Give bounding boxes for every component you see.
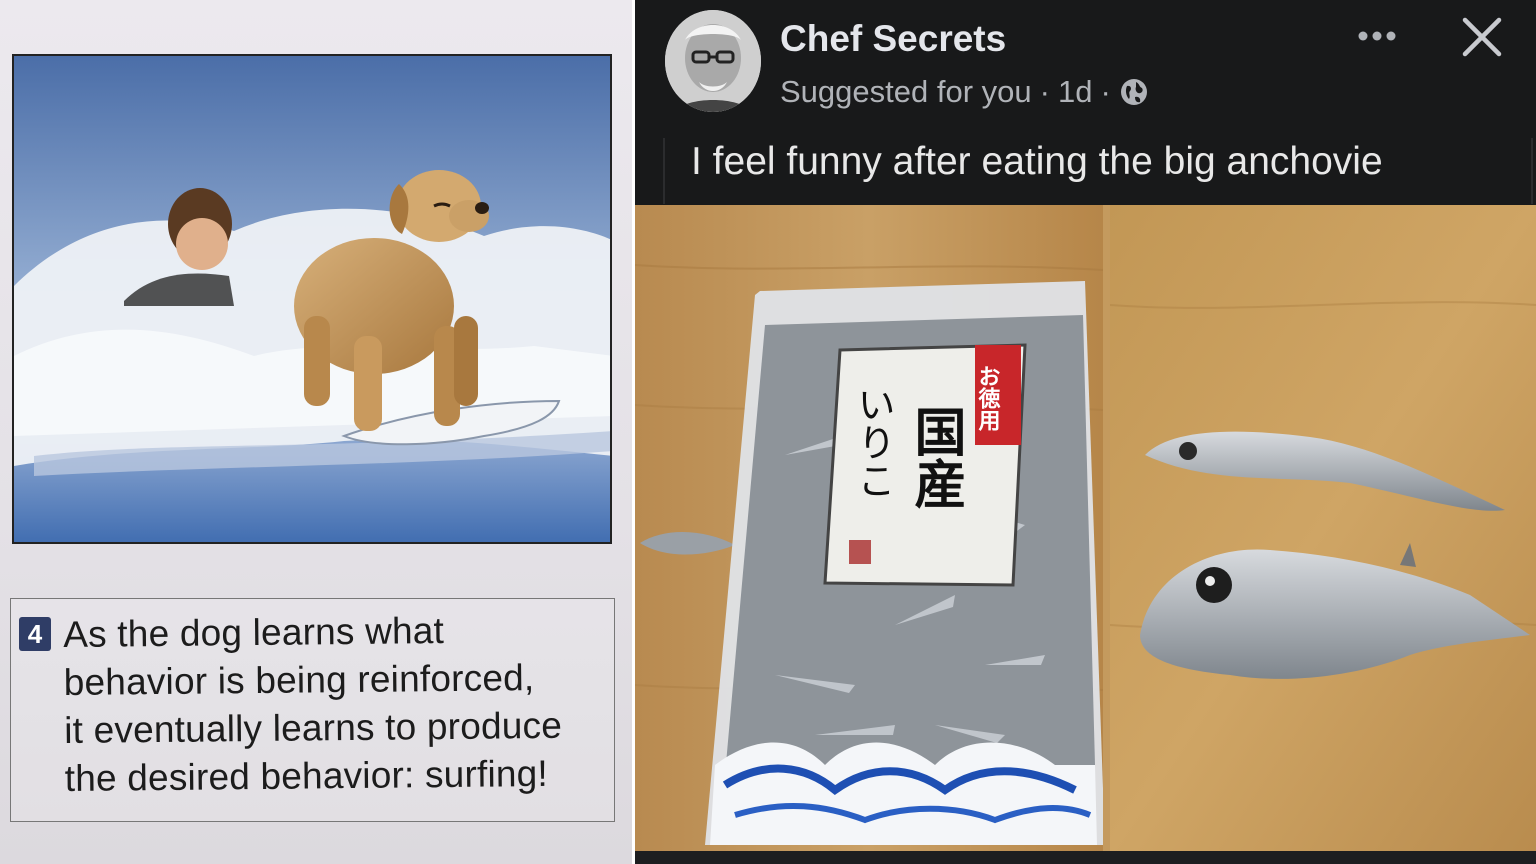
caption-text: As the dog learns what behavior is being… — [63, 605, 613, 803]
meta-separator: · — [1100, 74, 1111, 109]
post-text: I feel funny after eating the big anchov… — [691, 140, 1383, 183]
media-photo-bag: いりこ 国産 お徳用 — [635, 205, 1103, 851]
bag-badge: お徳用 — [975, 365, 1002, 432]
globe-icon[interactable] — [1119, 77, 1149, 107]
caption-line: the desired behavior: surfing! — [64, 752, 549, 799]
caption-line: As the dog learns what — [63, 610, 445, 655]
bag-label-kokusan: 国産 — [905, 405, 966, 510]
avatar[interactable] — [665, 10, 761, 112]
dog-surfing-illustration — [12, 54, 612, 544]
post-text-container: I feel funny after eating the big anchov… — [663, 138, 1533, 204]
post-media[interactable]: いりこ 国産 お徳用 — [635, 205, 1536, 864]
close-icon[interactable] — [1457, 12, 1507, 62]
two-fish-photo — [1110, 205, 1536, 851]
meta-separator: · — [1039, 74, 1050, 109]
caption-number-badge: 4 — [19, 617, 51, 651]
avatar-portrait-icon — [665, 10, 761, 112]
page-name[interactable]: Chef Secrets — [780, 18, 1006, 60]
textbook-photo-panel: 4 As the dog learns what behavior is bei… — [0, 0, 632, 864]
bag-label-iriko: いりこ — [851, 385, 895, 499]
caption-line: behavior is being reinforced, — [63, 657, 535, 703]
more-options-icon[interactable] — [1353, 18, 1401, 54]
media-bottom-bar — [635, 851, 1536, 864]
suggested-label: Suggested for you — [780, 74, 1032, 109]
dried-fish-bag-photo: いりこ 国産 お徳用 — [635, 205, 1103, 851]
social-post: Chef Secrets Suggested for you · 1d · I … — [635, 0, 1536, 864]
post-time[interactable]: 1d — [1058, 74, 1092, 110]
media-photo-fish — [1110, 205, 1536, 851]
post-meta: Suggested for you · 1d · — [780, 74, 1149, 110]
caption-box: 4 As the dog learns what behavior is bei… — [10, 598, 615, 822]
caption-line: it eventually learns to produce — [64, 704, 563, 751]
surfing-scene — [14, 56, 610, 542]
